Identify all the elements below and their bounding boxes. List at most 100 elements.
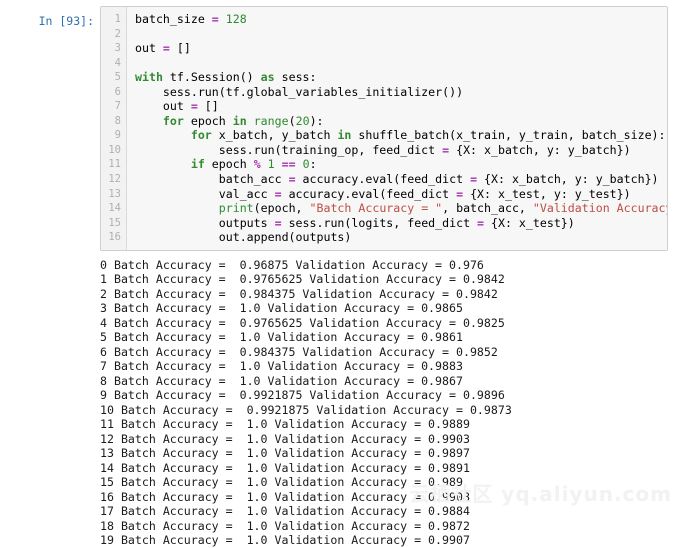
output-line: 14 Batch Accuracy = 1.0 Validation Accur… — [100, 460, 470, 475]
code-line: outputs = sess.run(logits, feed_dict = {… — [135, 216, 667, 231]
line-number: 9 — [114, 129, 121, 142]
code-token: == — [281, 157, 296, 172]
code-token: out — [135, 41, 163, 56]
code-line: batch_size = 128 — [135, 12, 667, 27]
code-token: epoch — [204, 157, 254, 172]
code-token: 20 — [295, 113, 310, 128]
code-line: sess.run(training_op, feed_dict = {X: x_… — [135, 143, 667, 158]
code-token: range — [253, 113, 289, 128]
line-number: 11 — [108, 158, 121, 171]
code-token: as — [260, 70, 275, 85]
code-line: out.append(outputs) — [135, 230, 667, 245]
code-token: = — [274, 186, 282, 201]
code-token: sess.run(tf.global_variables_initializer… — [135, 84, 464, 99]
output-line: 7 Batch Accuracy = 1.0 Validation Accura… — [100, 359, 463, 374]
code-token: 0 — [302, 157, 310, 172]
line-number: 13 — [108, 187, 121, 200]
output-line: 19 Batch Accuracy = 1.0 Validation Accur… — [100, 533, 470, 548]
output-line: 16 Batch Accuracy = 1.0 Validation Accur… — [100, 489, 470, 504]
line-number: 4 — [114, 56, 121, 69]
code-source[interactable]: batch_size = 128 out = [] with tf.Sessio… — [127, 7, 667, 250]
code-token: with — [135, 70, 163, 85]
output-line: 15 Batch Accuracy = 1.0 Validation Accur… — [100, 475, 463, 490]
output-line: 4 Batch Accuracy = 0.9765625 Validation … — [100, 315, 505, 330]
line-number: 16 — [108, 231, 121, 244]
line-number: 5 — [114, 71, 121, 84]
notebook-cell: In [93]: 1 2 3 4 5 6 7 8 9 10 11 12 13 14 15 16 batch_s… — [0, 0, 680, 548]
code-token: in — [337, 128, 352, 143]
code-token: % — [253, 157, 261, 172]
code-token: {X: x_batch, y: y_batch}) — [449, 142, 631, 157]
code-line: for epoch in range(20): — [135, 114, 667, 129]
code-line: batch_acc = accuracy.eval(feed_dict = {X… — [135, 172, 667, 187]
line-number: 7 — [114, 100, 121, 113]
code-token: sess.run(training_op, feed_dict — [135, 142, 443, 157]
code-token: for — [190, 128, 212, 143]
code-token: shuffle_batch(x_train, y_train, batch_si… — [351, 128, 666, 143]
code-token: print — [218, 201, 254, 216]
code-token: = — [470, 172, 478, 187]
code-token: in — [232, 113, 247, 128]
line-number: 6 — [114, 85, 121, 98]
code-token: = — [274, 215, 282, 230]
output-line: 5 Batch Accuracy = 1.0 Validation Accura… — [100, 330, 463, 345]
output-line: 11 Batch Accuracy = 1.0 Validation Accur… — [100, 417, 470, 432]
code-token: {X: x_test}) — [484, 215, 575, 230]
code-token: out.append(outputs) — [135, 230, 352, 245]
code-token: [] — [197, 99, 219, 114]
line-number: 14 — [108, 202, 121, 215]
line-number: 10 — [108, 143, 121, 156]
output-line: 6 Batch Accuracy = 0.984375 Validation A… — [100, 344, 498, 359]
output-line: 10 Batch Accuracy = 0.9921875 Validation… — [100, 402, 512, 417]
code-line: val_acc = accuracy.eval(feed_dict = {X: … — [135, 187, 667, 202]
code-editor[interactable]: 1 2 3 4 5 6 7 8 9 10 11 12 13 14 15 16 batch_size = 128… — [100, 6, 668, 251]
code-token: tf.Session() — [162, 70, 261, 85]
line-number: 2 — [114, 27, 121, 40]
code-line: print(epoch, "Batch Accuracy = ", batch_… — [135, 201, 667, 216]
output-line: 1 Batch Accuracy = 0.9765625 Validation … — [100, 272, 505, 287]
output-line: 17 Batch Accuracy = 1.0 Validation Accur… — [100, 504, 470, 519]
output-line: 3 Batch Accuracy = 1.0 Validation Accura… — [100, 301, 463, 316]
code-token: (epoch, — [253, 201, 310, 216]
line-number: 8 — [114, 114, 121, 127]
code-token: 128 — [225, 12, 247, 26]
code-token: batch_size — [135, 12, 212, 26]
code-line: out = [] — [135, 41, 667, 56]
code-token: val_acc — [135, 186, 275, 201]
line-number-gutter: 1 2 3 4 5 6 7 8 9 10 11 12 13 14 15 16 — [101, 7, 127, 250]
code-token: accuracy.eval(feed_dict — [281, 186, 457, 201]
output-line: 0 Batch Accuracy = 0.96875 Validation Ac… — [100, 257, 484, 272]
code-line: for x_batch, y_batch in shuffle_batch(x_… — [135, 128, 667, 143]
code-token: out — [135, 99, 191, 114]
code-token: "Validation Accuracy =" — [532, 201, 667, 216]
code-line: out = [] — [135, 99, 667, 114]
code-token: 1 — [267, 157, 275, 172]
output-line: 12 Batch Accuracy = 1.0 Validation Accur… — [100, 431, 470, 446]
execution-count-prompt: In [93]: — [38, 14, 94, 28]
code-token: , batch_acc, — [442, 201, 533, 216]
code-token: x_batch, y_batch — [211, 128, 338, 143]
code-token: for — [162, 113, 184, 128]
output-line: 8 Batch Accuracy = 1.0 Validation Accura… — [100, 373, 463, 388]
code-token: [] — [169, 41, 191, 56]
output-line: 13 Batch Accuracy = 1.0 Validation Accur… — [100, 446, 470, 461]
line-number: 1 — [114, 13, 121, 25]
code-token: epoch — [183, 113, 233, 128]
code-token: if — [190, 157, 205, 172]
cell-output-area: 0 Batch Accuracy = 0.96875 Validation Ac… — [0, 258, 680, 548]
code-token: batch_acc — [135, 172, 289, 187]
code-line: sess.run(tf.global_variables_initializer… — [135, 85, 667, 100]
code-token: outputs — [135, 215, 275, 230]
code-token: accuracy.eval(feed_dict — [295, 172, 471, 187]
code-token: sess.run(logits, feed_dict — [281, 215, 478, 230]
code-token: ( — [288, 113, 296, 128]
